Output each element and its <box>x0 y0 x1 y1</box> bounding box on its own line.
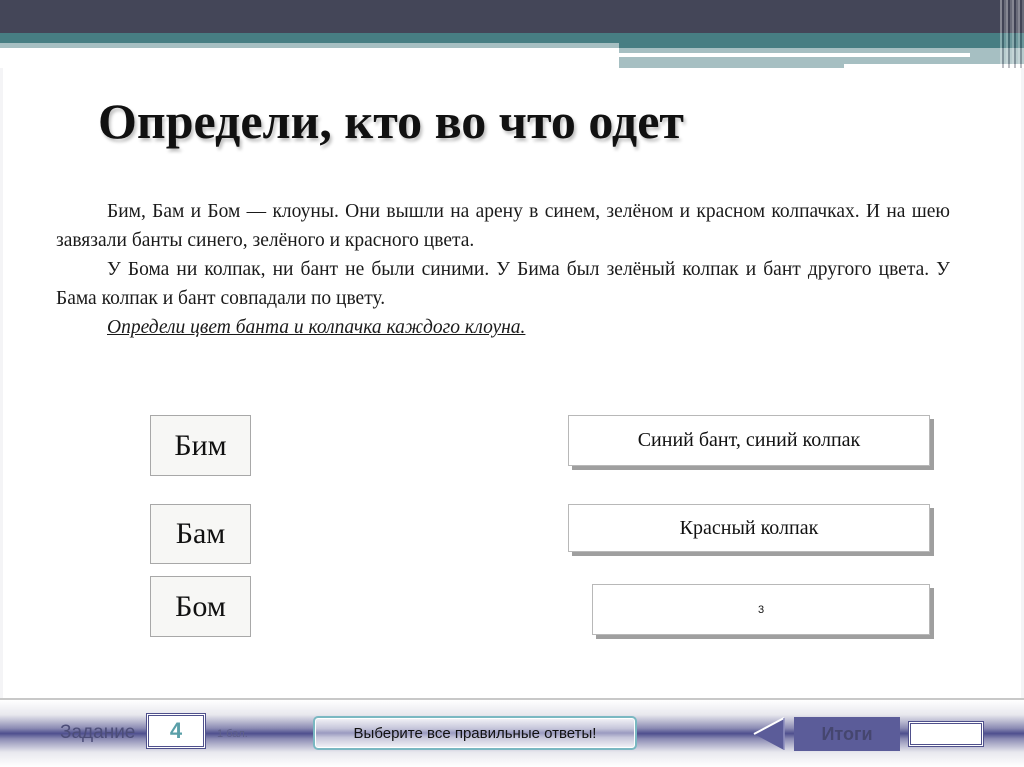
header-band-dark <box>0 0 1024 33</box>
task-text: Бим, Бам и Бом — клоуны. Они вышли на ар… <box>56 197 950 342</box>
header-band-light-left <box>0 43 619 48</box>
answer-input[interactable] <box>908 721 984 747</box>
header-vertical-lines <box>1000 0 1024 68</box>
name-card-bom[interactable]: Бом <box>150 576 251 637</box>
task-paragraph: Бим, Бам и Бом — клоуны. Они вышли на ар… <box>56 201 950 251</box>
triangle-left-icon <box>753 717 785 750</box>
task-label: Задание <box>60 722 136 743</box>
slide-edge <box>0 68 3 708</box>
task-instruction: Определи цвет банта и колпачка каждого к… <box>107 317 526 338</box>
hint-button[interactable]: Выберите все правильные ответы! <box>313 716 637 750</box>
header-stripe <box>844 64 1024 68</box>
answer-card[interactable]: 3 <box>592 584 930 635</box>
points-label: 1 бал. <box>217 728 248 740</box>
slide-title: Определи, кто во что одет <box>98 93 684 149</box>
task-number-box: 4 <box>146 713 206 749</box>
name-card-bim[interactable]: Бим <box>150 415 251 476</box>
header-stripe <box>619 53 970 57</box>
results-button[interactable]: Итоги <box>794 717 900 751</box>
name-card-bam[interactable]: Бам <box>150 504 251 564</box>
answer-card[interactable]: Синий бант, синий колпак <box>568 415 930 466</box>
task-paragraph: У Бома ни колпак, ни бант не были синими… <box>56 259 950 309</box>
answer-card[interactable]: Красный колпак <box>568 504 930 552</box>
back-button[interactable] <box>752 717 786 751</box>
